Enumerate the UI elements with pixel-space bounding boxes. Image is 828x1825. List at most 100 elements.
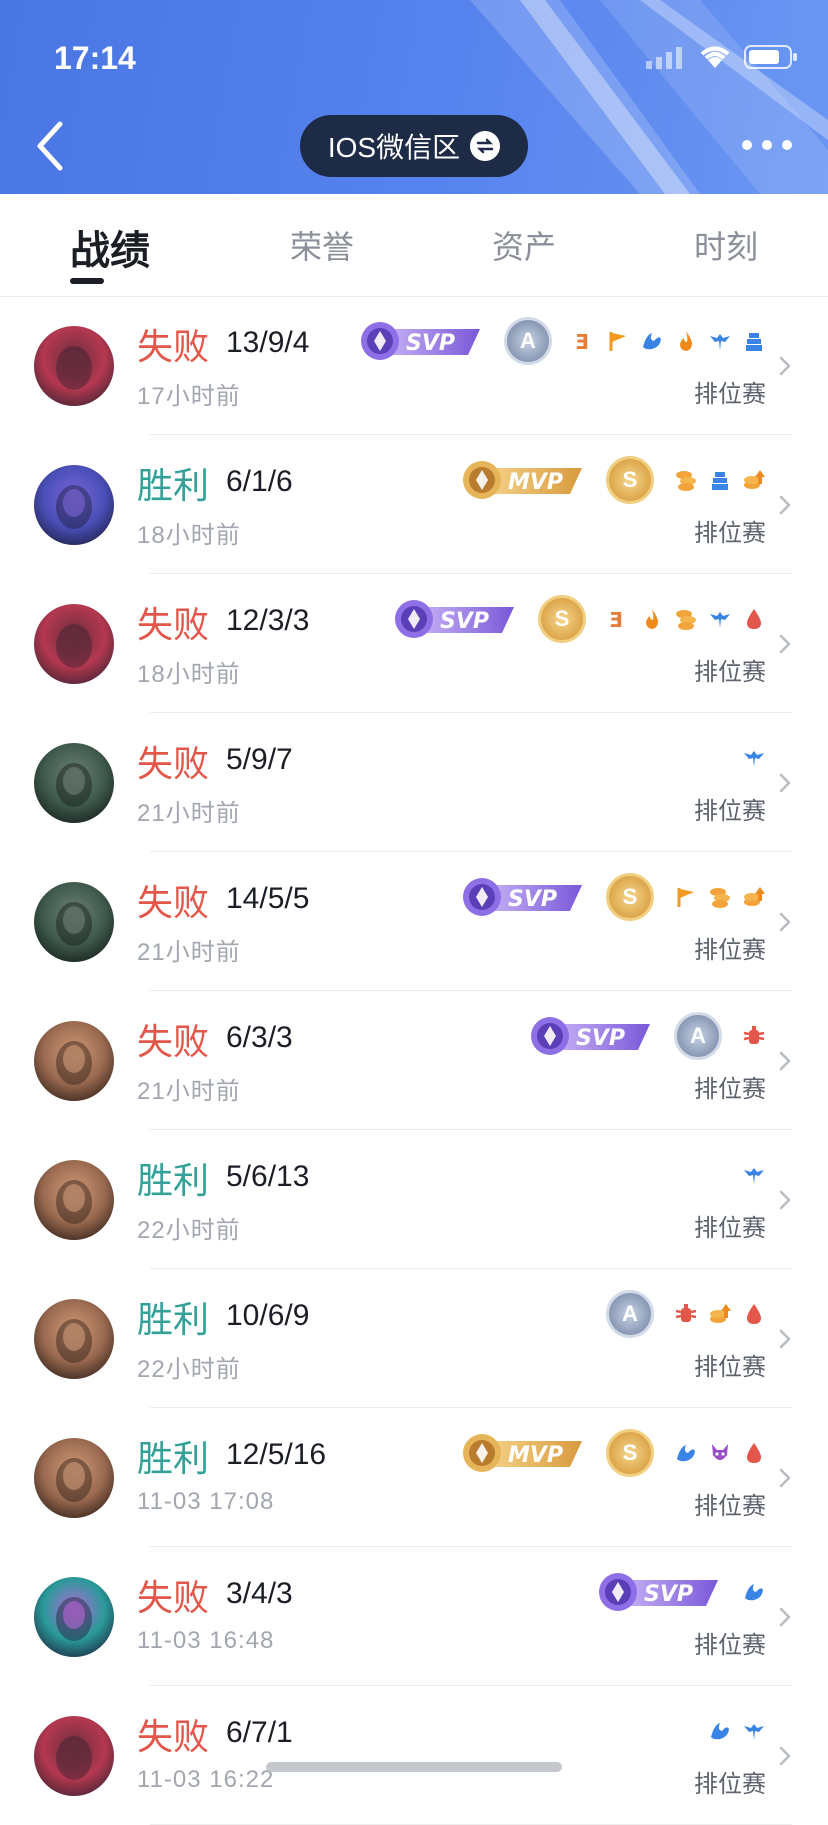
match-time: 11-03 16:22 bbox=[137, 1766, 275, 1793]
kda-score: 6/1/6 bbox=[226, 465, 293, 498]
match-result: 失败 bbox=[137, 743, 210, 784]
wifi-icon bbox=[700, 46, 730, 68]
coin-up-icon bbox=[744, 470, 765, 489]
match-mode: 排位赛 bbox=[694, 1632, 766, 1659]
hero-avatar bbox=[34, 1160, 114, 1240]
match-result: 失败 bbox=[137, 1021, 210, 1062]
match-row[interactable]: 胜利 10/6/9 22小时前 排位赛 A bbox=[0, 1269, 828, 1408]
wing-icon bbox=[643, 333, 661, 350]
svp-badge-icon: SVP bbox=[395, 600, 514, 638]
match-mode: 排位赛 bbox=[694, 659, 766, 686]
hero-avatar bbox=[34, 1438, 114, 1518]
chevron-right-icon bbox=[779, 912, 791, 932]
match-time: 21小时前 bbox=[137, 939, 241, 966]
grade-s-medal-icon: S bbox=[606, 456, 654, 504]
chevron-left-icon bbox=[37, 121, 63, 171]
svg-text:SVP: SVP bbox=[644, 1582, 693, 1607]
mvp-badge-icon: MVP bbox=[463, 461, 582, 499]
achievement-icons bbox=[674, 1302, 766, 1326]
chevron-right-icon bbox=[779, 1607, 791, 1627]
grade-s-medal-icon: S bbox=[606, 873, 654, 921]
tower-icon bbox=[746, 333, 762, 351]
wing-icon bbox=[745, 1584, 763, 1601]
hero-avatar bbox=[34, 604, 114, 684]
chevron-right-icon bbox=[779, 1468, 791, 1488]
match-time: 22小时前 bbox=[137, 1217, 241, 1244]
coin-up-icon bbox=[744, 887, 765, 906]
svg-text:Ǝ: Ǝ bbox=[609, 608, 623, 631]
bird-icon bbox=[710, 334, 730, 350]
coins-icon bbox=[710, 888, 730, 908]
match-time: 21小时前 bbox=[137, 1078, 241, 1105]
battery-icon bbox=[744, 45, 797, 69]
dot-icon bbox=[742, 140, 752, 150]
svp-badge-icon: SVP bbox=[599, 1573, 718, 1611]
bird-icon bbox=[744, 1724, 764, 1740]
match-badges bbox=[708, 1704, 766, 1758]
tab-record[interactable]: 战绩 bbox=[70, 218, 150, 276]
demon-icon bbox=[712, 1444, 728, 1460]
match-result: 失败 bbox=[137, 1577, 210, 1618]
match-mode: 排位赛 bbox=[694, 1771, 766, 1798]
match-badges bbox=[742, 731, 766, 785]
flag-icon bbox=[609, 332, 626, 351]
match-time: 17小时前 bbox=[137, 383, 241, 410]
swap-icon bbox=[470, 131, 501, 161]
signal-icon bbox=[646, 47, 682, 69]
chevron-right-icon bbox=[779, 1329, 791, 1349]
match-time: 18小时前 bbox=[137, 661, 241, 688]
match-row[interactable]: 胜利 5/6/13 22小时前 排位赛 bbox=[0, 1130, 828, 1269]
match-row[interactable]: 失败 3/4/3 11-03 16:48 排位赛 SVP bbox=[0, 1547, 828, 1686]
match-row[interactable]: 失败 6/3/3 21小时前 排位赛 SVP A bbox=[0, 991, 828, 1130]
achievement-icons bbox=[742, 746, 766, 770]
triple-kill-icon: Ǝ bbox=[609, 608, 623, 631]
chevron-right-icon bbox=[779, 1051, 791, 1071]
hero-avatar bbox=[34, 326, 114, 406]
svp-badge-icon: SVP bbox=[361, 322, 480, 360]
tab-moments[interactable]: 时刻 bbox=[694, 222, 758, 268]
svg-text:SVP: SVP bbox=[576, 1026, 625, 1051]
match-row[interactable]: 失败 12/3/3 18小时前 排位赛 SVP SƎ bbox=[0, 574, 828, 713]
wing-icon bbox=[711, 1723, 729, 1740]
kda-score: 6/3/3 bbox=[226, 1021, 293, 1054]
dot-icon bbox=[782, 140, 792, 150]
chevron-right-icon bbox=[779, 1746, 791, 1766]
bird-icon bbox=[744, 751, 764, 767]
match-row[interactable]: 胜利 12/5/16 11-03 17:08 排位赛 MVP S bbox=[0, 1408, 828, 1547]
hero-avatar bbox=[34, 1299, 114, 1379]
tower-icon bbox=[712, 472, 728, 490]
bird-icon bbox=[710, 612, 730, 628]
match-time: 11-03 17:08 bbox=[137, 1488, 275, 1515]
tab-assets[interactable]: 资产 bbox=[492, 222, 556, 268]
match-badges bbox=[742, 1148, 766, 1202]
wing-icon bbox=[677, 1445, 695, 1462]
more-options-button[interactable] bbox=[742, 130, 798, 160]
svg-text:MVP: MVP bbox=[508, 470, 563, 495]
server-switch-button[interactable]: IOS微信区 bbox=[300, 115, 528, 177]
match-time: 18小时前 bbox=[137, 522, 241, 549]
back-button[interactable] bbox=[30, 118, 74, 174]
grade-a-medal-icon: A bbox=[606, 1290, 654, 1338]
match-row[interactable]: 失败 13/9/4 17小时前 排位赛 SVP AƎ bbox=[0, 296, 828, 435]
chevron-right-icon bbox=[779, 773, 791, 793]
home-indicator bbox=[266, 1762, 562, 1772]
match-result: 胜利 bbox=[137, 1160, 210, 1201]
status-time: 17:14 bbox=[54, 40, 136, 76]
match-row[interactable]: 失败 6/7/1 11-03 16:22 排位赛 bbox=[0, 1686, 828, 1825]
match-result: 失败 bbox=[137, 604, 210, 645]
hero-avatar bbox=[34, 465, 114, 545]
match-row[interactable]: 失败 5/9/7 21小时前 排位赛 bbox=[0, 713, 828, 852]
match-badges: MVP S bbox=[460, 453, 766, 507]
hero-avatar bbox=[34, 1021, 114, 1101]
tab-honor[interactable]: 荣誉 bbox=[290, 222, 354, 268]
chevron-right-icon bbox=[779, 356, 791, 376]
match-result: 胜利 bbox=[137, 1299, 210, 1340]
match-row[interactable]: 胜利 6/1/6 18小时前 排位赛 MVP S bbox=[0, 435, 828, 574]
kda-score: 14/5/5 bbox=[226, 882, 310, 915]
hero-avatar bbox=[34, 882, 114, 962]
fire-icon bbox=[680, 331, 692, 351]
match-row[interactable]: 失败 14/5/5 21小时前 排位赛 SVP S bbox=[0, 852, 828, 991]
tab-bar: 战绩 荣誉 资产 时刻 bbox=[0, 194, 828, 297]
kda-score: 13/9/4 bbox=[226, 326, 310, 359]
match-mode: 排位赛 bbox=[694, 1215, 766, 1242]
